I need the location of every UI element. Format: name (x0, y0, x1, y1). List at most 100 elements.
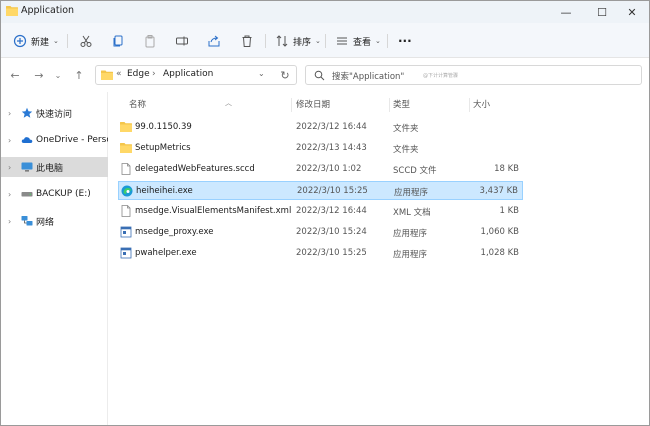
chevron-down-icon: ⌄ (54, 70, 62, 80)
recent-locations-button[interactable]: ⌄ (53, 66, 63, 84)
column-header-date[interactable]: 修改日期 (296, 98, 330, 112)
watermark: @下计计算管骤 (423, 73, 459, 79)
file-size: 1,060 KB (480, 227, 519, 237)
file-type: SCCD 文件 (393, 166, 437, 176)
column-header-name[interactable]: 名称 ︿ (129, 98, 232, 112)
navigation-pane: › 快速访问 › OneDrive - Persor › 此电脑 › BACKU… (1, 92, 108, 425)
nav-network[interactable]: › 网络 (1, 211, 108, 231)
file-row[interactable]: heiheihei.exe 2022/3/10 15:25 应用程序 3,437 KB (118, 181, 523, 200)
minimize-button[interactable]: — (549, 1, 583, 23)
app-icon (120, 226, 132, 238)
file-row[interactable]: pwahelper.exe 2022/3/10 15:25 应用程序 1,028 KB (118, 244, 523, 263)
delete-button[interactable] (240, 31, 254, 51)
file-type: 应用程序 (393, 250, 428, 260)
view-list-icon (337, 37, 347, 45)
file-row[interactable]: SetupMetrics 2022/3/13 14:43 文件夹 (118, 139, 523, 158)
chevron-down-icon: ⌄ (315, 37, 321, 45)
network-icon (21, 216, 33, 226)
sort-icon (276, 35, 288, 47)
column-divider[interactable] (469, 98, 470, 112)
breadcrumb-separator[interactable]: › (152, 69, 156, 79)
share-icon (208, 35, 220, 47)
maximize-button[interactable]: ☐ (585, 1, 619, 23)
file-name: msedge_proxy.exe (135, 227, 214, 237)
file-type: XML 文档 (393, 208, 431, 218)
close-icon: ✕ (627, 5, 637, 19)
chevron-down-icon: ⌄ (375, 37, 381, 45)
folder-icon (6, 6, 18, 16)
rename-button[interactable] (175, 31, 189, 51)
view-button[interactable]: 查看 ⌄ (335, 31, 381, 51)
column-divider[interactable] (291, 98, 292, 112)
nav-label: 网络 (36, 217, 55, 228)
file-date: 2022/3/10 15:25 (296, 248, 367, 258)
chevron-right-icon[interactable]: › (8, 109, 11, 118)
more-options-button[interactable]: ··· (398, 31, 412, 51)
title-bar[interactable]: Application — ☐ ✕ (1, 1, 649, 23)
trash-icon (242, 35, 252, 47)
breadcrumb-application[interactable]: Application (163, 69, 213, 79)
forward-button[interactable]: → (30, 66, 48, 84)
chevron-right-icon[interactable]: › (8, 136, 11, 145)
nav-label: BACKUP (E:) (36, 189, 91, 199)
nav-quick-access[interactable]: › 快速访问 (1, 103, 108, 123)
new-button[interactable]: 新建 ⌄ (13, 31, 59, 51)
share-button[interactable] (207, 31, 221, 51)
paste-button[interactable] (143, 31, 157, 51)
minimize-icon: — (560, 5, 572, 19)
address-row: ← → ⌄ ↑ « Edge › Application ⌄ ↻ 搜索"Appl… (1, 58, 649, 92)
file-size: 18 KB (494, 164, 519, 174)
column-type-label: 类型 (393, 100, 411, 110)
file-size: 1,028 KB (480, 248, 519, 258)
up-button[interactable]: ↑ (70, 66, 88, 84)
sort-label: 排序 (293, 37, 312, 48)
toolbar-divider (265, 34, 266, 48)
toolbar-divider (325, 34, 326, 48)
file-date: 2022/3/10 1:02 (296, 164, 362, 174)
breadcrumb-edge[interactable]: Edge (127, 69, 150, 79)
address-bar[interactable]: « Edge › Application ⌄ (95, 65, 297, 85)
plus-circle-icon (13, 34, 27, 48)
chevron-right-icon[interactable]: › (8, 163, 11, 172)
file-name: delegatedWebFeatures.sccd (135, 164, 255, 174)
computer-icon (21, 162, 33, 172)
app-icon (120, 247, 132, 259)
search-box[interactable]: 搜索"Application" @下计计算管骤 (305, 65, 642, 85)
refresh-button[interactable]: ↻ (276, 66, 294, 84)
column-header-size[interactable]: 大小 (473, 98, 490, 112)
copy-button[interactable] (111, 31, 125, 51)
copy-icon (113, 35, 123, 47)
file-row[interactable]: 99.0.1150.39 2022/3/12 16:44 文件夹 (118, 118, 523, 137)
forward-arrow-icon: → (34, 68, 44, 82)
file-type: 应用程序 (393, 229, 428, 239)
folder-icon (120, 143, 132, 153)
cut-button[interactable] (79, 31, 93, 51)
nav-this-pc[interactable]: › 此电脑 (1, 157, 108, 177)
close-button[interactable]: ✕ (615, 1, 649, 23)
back-button[interactable]: ← (6, 66, 24, 84)
cloud-icon (21, 137, 33, 143)
file-list: 名称 ︿ 修改日期 类型 大小 99.0.1150.39 2022/3/12 16… (109, 92, 649, 425)
file-type: 文件夹 (393, 124, 419, 134)
file-row[interactable]: msedge_proxy.exe 2022/3/10 15:24 应用程序 1,060… (118, 223, 523, 242)
column-header-type[interactable]: 类型 (393, 98, 410, 112)
column-divider[interactable] (389, 98, 390, 112)
address-dropdown-icon[interactable]: ⌄ (258, 69, 265, 78)
file-size: 1 KB (499, 206, 519, 216)
nav-onedrive[interactable]: › OneDrive - Persor (1, 130, 108, 150)
nav-backup-drive[interactable]: › BACKUP (E:) (1, 184, 108, 204)
paste-icon (145, 35, 155, 48)
chevron-right-icon[interactable]: › (8, 217, 11, 226)
view-label: 查看 (353, 37, 372, 48)
drive-icon (21, 192, 33, 197)
file-row[interactable]: delegatedWebFeatures.sccd 2022/3/10 1:02 S… (118, 160, 523, 179)
sort-button[interactable]: 排序 ⌄ (275, 31, 321, 51)
command-bar: 新建 ⌄ 排序 ⌄ 查看 ⌄ ··· (1, 23, 649, 58)
chevron-right-icon[interactable]: › (8, 190, 11, 199)
file-row[interactable]: msedge.VisualElementsManifest.xml 2022/3/… (118, 202, 523, 221)
overflow-chevron[interactable]: « (116, 69, 122, 79)
sort-ascending-icon: ︿ (225, 99, 232, 107)
column-size-label: 大小 (473, 100, 491, 110)
toolbar-divider (67, 34, 68, 48)
file-type: 文件夹 (393, 145, 419, 155)
